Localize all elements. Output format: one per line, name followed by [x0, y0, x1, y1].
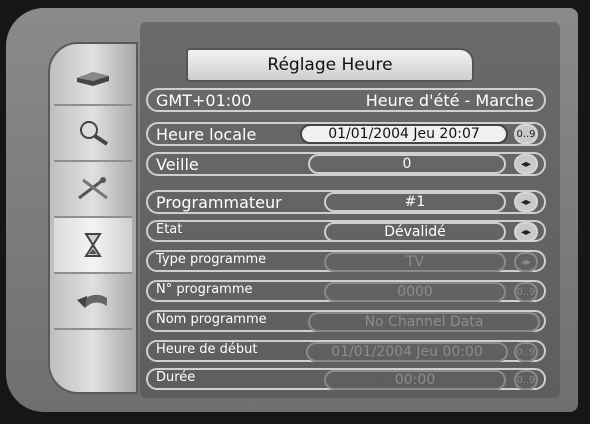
state-arrows-button[interactable]: ◂▸ — [514, 222, 538, 242]
sidebar-item-receiver[interactable] — [54, 50, 132, 106]
return-icon — [77, 294, 107, 308]
scheduler-arrows-button[interactable]: ◂▸ — [514, 192, 538, 212]
tv-screen: Réglage Heure GMT+01:00 Heure d'été - Ma… — [0, 0, 590, 424]
search-icon — [80, 121, 109, 146]
program-number-numeric-button[interactable]: 0..9 — [514, 282, 538, 302]
gmt-row[interactable]: GMT+01:00 Heure d'été - Marche — [146, 88, 546, 112]
duration-numeric-button[interactable]: 0..9 — [514, 370, 538, 390]
duration-field[interactable]: 00:00 — [324, 370, 506, 390]
state-value: Dévalidé — [384, 224, 446, 240]
scheduler-label: Programmateur — [156, 192, 282, 212]
duration-label: Durée — [156, 370, 196, 385]
page-title: Réglage Heure — [186, 48, 474, 82]
scheduler-value: #1 — [404, 194, 426, 210]
start-time-numeric-button[interactable]: 0..9 — [514, 342, 538, 362]
sidebar — [48, 42, 138, 394]
program-name-value: No Channel Data — [364, 314, 484, 330]
standby-value: 0 — [402, 156, 412, 172]
standby-label: Veille — [156, 154, 199, 174]
program-type-value: TV — [405, 254, 425, 270]
start-time-value: 01/01/2004 Jeu 00:00 — [331, 344, 483, 360]
program-number-value: 0000 — [397, 284, 433, 300]
start-time-label: Heure de début — [156, 342, 258, 357]
standby-field[interactable]: 0 — [308, 154, 506, 174]
program-number-label: N° programme — [156, 282, 253, 297]
duration-value: 00:00 — [394, 372, 436, 388]
program-name-label: Nom programme — [156, 312, 267, 327]
start-time-field[interactable]: 01/01/2004 Jeu 00:00 — [306, 342, 508, 362]
sidebar-item-timer[interactable] — [54, 218, 132, 274]
local-time-label: Heure locale — [156, 124, 257, 144]
sidebar-item-return[interactable] — [54, 274, 132, 330]
state-field[interactable]: Dévalidé — [324, 222, 506, 242]
scheduler-field[interactable]: #1 — [324, 192, 506, 212]
program-type-field[interactable]: TV — [324, 252, 506, 272]
program-type-label: Type programme — [156, 252, 267, 267]
state-label: Etat — [156, 222, 183, 237]
sidebar-item-tools[interactable] — [54, 162, 132, 218]
local-time-value: 01/01/2004 Jeu 20:07 — [328, 126, 480, 142]
tools-icon — [78, 177, 108, 200]
receiver-icon — [77, 72, 109, 86]
gmt-value: GMT+01:00 — [156, 90, 252, 110]
summer-time-status: Heure d'été - Marche — [365, 90, 534, 110]
program-name-field[interactable]: No Channel Data — [308, 312, 540, 332]
sidebar-item-search[interactable] — [54, 106, 132, 162]
standby-arrows-button[interactable]: ◂▸ — [514, 154, 538, 174]
local-time-numeric-button[interactable]: 0..9 — [514, 124, 538, 144]
hourglass-icon — [84, 233, 102, 257]
local-time-field[interactable]: 01/01/2004 Jeu 20:07 — [300, 124, 508, 144]
program-type-arrows-button[interactable]: ◂▸ — [514, 252, 538, 272]
program-number-field[interactable]: 0000 — [324, 282, 506, 302]
